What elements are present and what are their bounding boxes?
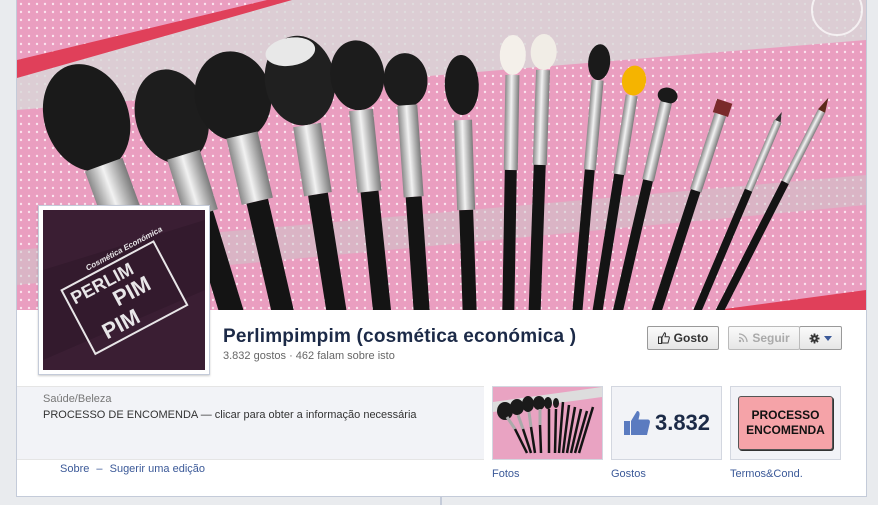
profile-picture[interactable]: Cosmética Económica PERLIM PIM PIM — [38, 205, 210, 375]
about-box[interactable]: Saúde/Beleza PROCESSO DE ENCOMENDA — cli… — [17, 386, 484, 460]
page-category: Saúde/Beleza — [43, 393, 112, 405]
follow-button[interactable]: Seguir — [728, 326, 800, 350]
like-button-label: Gosto — [673, 331, 709, 345]
terms-tile[interactable]: PROCESSO ENCOMENDA — [730, 386, 841, 460]
likes-tile-label[interactable]: Gostos — [611, 468, 646, 480]
thumbs-up-icon — [623, 411, 650, 435]
order-process-line1: PROCESSO — [751, 408, 820, 422]
thumbs-up-icon — [657, 332, 670, 344]
likes-count-text[interactable]: 3.832 gostos — [223, 350, 286, 362]
order-process-badge: PROCESSO ENCOMENDA — [738, 396, 833, 450]
likes-tile[interactable]: 3.832 — [611, 386, 722, 460]
settings-menu-button[interactable] — [799, 326, 842, 350]
photos-tile[interactable] — [492, 386, 603, 460]
order-process-line2: ENCOMENDA — [746, 423, 825, 437]
gear-icon — [809, 333, 820, 343]
photos-tile-label[interactable]: Fotos — [492, 468, 520, 480]
page-stats: 3.832 gostos · 462 falam sobre isto — [223, 350, 395, 362]
like-button[interactable]: Gosto — [647, 326, 719, 350]
about-link[interactable]: Sobre — [60, 463, 89, 475]
talking-about-text: 462 falam sobre isto — [295, 350, 395, 362]
profile-logo: Cosmética Económica PERLIM PIM PIM — [43, 210, 205, 370]
timeline-divider — [440, 497, 442, 505]
likes-tile-count: 3.832 — [654, 410, 711, 435]
page-card: Cosmética Económica PERLIM PIM PIM Perli… — [16, 0, 867, 497]
about-description: PROCESSO DE ENCOMENDA — clicar para obte… — [43, 409, 417, 421]
page-title[interactable]: Perlimpimpim (cosmética económica ) — [223, 326, 576, 348]
about-links-separator: – — [96, 463, 103, 475]
stats-separator: · — [289, 350, 293, 362]
photos-thumbnail — [493, 387, 602, 459]
suggest-edit-link[interactable]: Sugerir uma edição — [110, 463, 205, 475]
chevron-down-icon — [824, 335, 832, 341]
follow-button-label: Seguir — [752, 331, 790, 345]
rss-icon — [739, 333, 748, 343]
about-links: Sobre – Sugerir uma edição — [60, 463, 209, 475]
terms-tile-label[interactable]: Termos&Cond. — [730, 468, 803, 480]
likes-tile-content: 3.832 — [612, 387, 721, 459]
